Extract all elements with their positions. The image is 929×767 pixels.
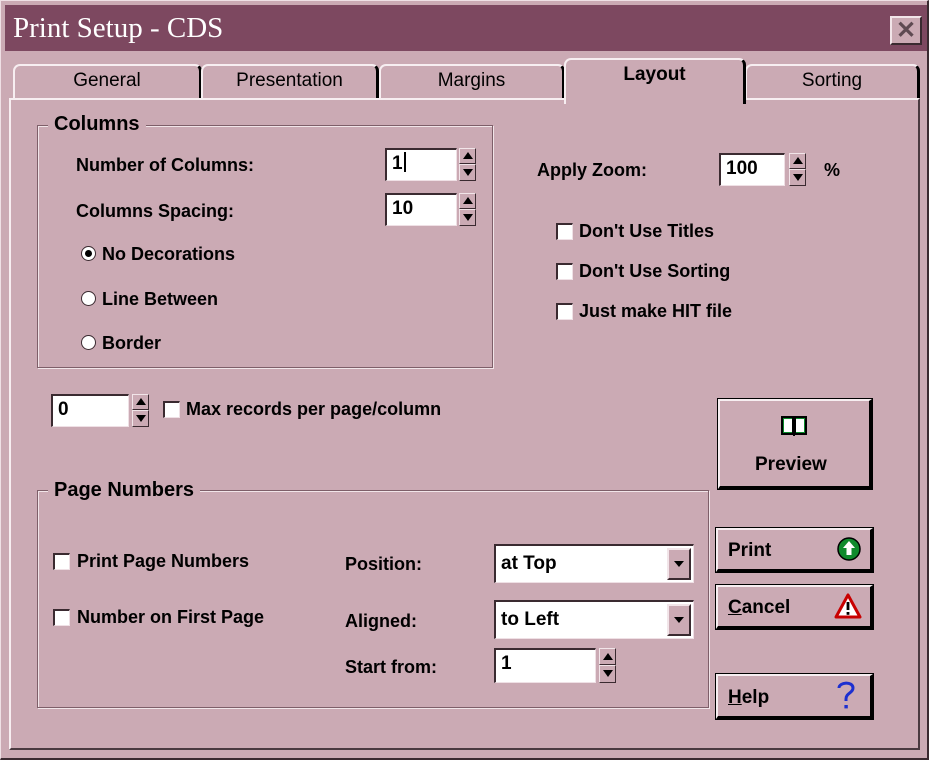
print-setup-dialog: Print Setup - CDS ✕ General Presentation…	[0, 0, 929, 760]
close-button[interactable]: ✕	[890, 16, 922, 45]
tab-presentation[interactable]: Presentation	[201, 64, 379, 98]
tab-general[interactable]: General	[13, 64, 202, 98]
tab-margins[interactable]: Margins	[379, 64, 565, 98]
tab-layout[interactable]: Layout	[564, 58, 746, 104]
close-icon: ✕	[895, 17, 917, 44]
tab-sorting[interactable]: Sorting	[745, 64, 920, 98]
title-bar[interactable]: Print Setup - CDS ✕	[5, 5, 927, 51]
dialog-title: Print Setup - CDS	[13, 12, 224, 44]
layout-tab-panel	[9, 98, 920, 750]
